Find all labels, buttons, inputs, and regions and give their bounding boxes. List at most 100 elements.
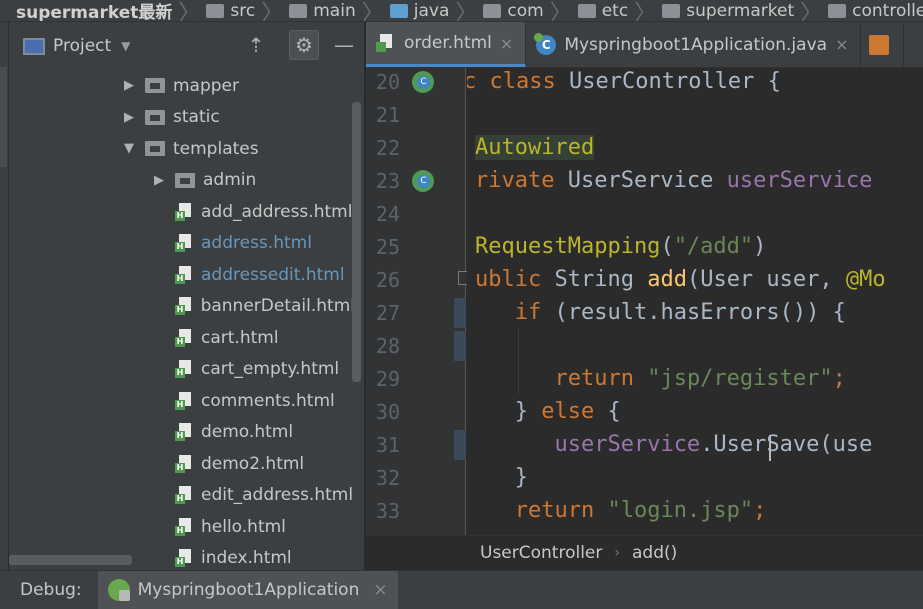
breadcrumb-item[interactable]: java [389,0,449,21]
tree-item[interactable]: Haddressedit.html [9,259,355,291]
folder-icon [145,78,165,94]
line-number: 28 [375,334,400,358]
debug-session-tab[interactable]: Myspringboot1Application × [97,570,398,609]
tree-item[interactable]: Haddress.html [9,228,355,260]
tree-item[interactable]: HbannerDetail.html [9,291,355,323]
package-icon [577,3,596,18]
code-token: add [647,267,687,292]
code-token: ) [753,234,767,259]
line-number: 31 [375,433,400,457]
tree-item[interactable]: Hcomments.html [9,385,355,417]
breadcrumb-item[interactable]: etc [577,0,628,21]
tree-item-label: static [173,107,220,128]
code-line: c class UserController { [467,68,781,98]
breadcrumb-item[interactable]: supermarket最新 [0,0,172,21]
tree-item[interactable]: Hhello.html [9,511,355,543]
tree-item[interactable]: Hcart.html [9,322,355,354]
chevron-right-icon: 〉 [261,0,284,22]
code-editor[interactable]: c class UserController {Autowired rivate … [467,68,923,535]
html-file-icon: H [175,548,193,568]
vertical-scrollbar[interactable] [352,102,361,382]
tree-item-label: address.html [201,233,312,254]
collapsed-arrow-icon[interactable]: ▶ [117,78,141,93]
code-line: return "login.jsp"; [475,494,767,527]
left-tool-window-strip [0,22,9,570]
code-token: "jsp/register" [647,366,833,391]
tab-label: order.html [404,33,492,53]
chevron-right-icon: › [614,545,620,561]
code-token: userService [554,432,701,457]
tab-order-html[interactable]: order.html × [366,22,527,67]
line-number: 21 [375,103,400,127]
chevron-down-icon[interactable]: ▼ [121,39,130,53]
collapse-all-icon[interactable]: ⇡ [241,30,271,60]
close-icon[interactable]: × [500,34,513,53]
folder-icon [289,3,308,18]
html-file-icon: H [175,359,193,379]
code-token: return [514,498,608,523]
tree-item[interactable]: Hedit_address.html [9,480,355,512]
code-token: String [554,267,648,292]
code-line: return "jsp/register"; [475,362,845,395]
project-tree: ▶ mapper ▶ static ▼ templates ▶ admin Hadd_addre… [9,70,355,570]
code-token: UserService [567,168,727,193]
tree-item[interactable]: ▼ templates [9,133,355,165]
code-line: userService.UserSave(use [475,428,872,461]
close-icon[interactable]: × [373,580,387,600]
project-title[interactable]: Project [53,36,111,56]
debug-label: Debug: [20,580,82,600]
code-line: rivate UserService userService [475,164,872,197]
folder-icon [145,141,165,157]
crumb-class[interactable]: UserController [480,543,602,563]
breadcrumb-item[interactable]: supermarket [662,0,795,21]
folder-icon [175,172,195,188]
gear-icon[interactable]: ⚙ [289,30,319,60]
hide-panel-icon[interactable]: — [329,30,359,60]
breadcrumb-item[interactable]: controller [828,0,923,21]
structure-tool-tab[interactable] [0,67,7,167]
navigation-breadcrumb: supermarket最新〉 src 〉 main 〉 java 〉 com 〉 etc 〉 supe… [0,0,923,22]
breadcrumb-item[interactable]: main [289,0,356,21]
breadcrumb-label: supermarket [686,0,795,21]
line-number: 32 [375,466,400,490]
chevron-right-icon: 〉 [455,0,478,22]
collapsed-arrow-icon[interactable]: ▶ [117,110,141,125]
chevron-right-icon: 〉 [800,0,823,22]
tree-item[interactable]: ▶ static [9,102,355,134]
line-number: 29 [375,367,400,391]
breadcrumb-item[interactable]: com [483,0,544,21]
tree-item-label: templates [173,138,259,159]
tab-myspringboot1application-java[interactable]: C Myspringboot1Application.java × [526,22,862,67]
close-icon[interactable]: × [835,35,848,54]
code-token: class [489,69,569,94]
breadcrumb-item[interactable]: src [206,0,255,21]
bean-class-icon[interactable]: C [412,71,434,93]
tree-item-label: edit_address.html [201,485,354,506]
line-number: 20 [375,70,400,94]
crumb-method[interactable]: add() [632,543,677,563]
editor-gutter: 20 21 22 23 24 25 26 27 28 29 30 31 32 33 C C [366,68,481,535]
horizontal-scrollbar[interactable] [9,555,132,565]
code-token: rivate [475,168,568,193]
tree-item[interactable]: ▶ admin [9,165,355,197]
code-token: ublic [475,267,555,292]
tree-item[interactable]: Hdemo.html [9,417,355,449]
tree-item[interactable]: Hdemo2.html [9,448,355,480]
editor-breadcrumb: UserController › add() [366,535,923,570]
expanded-arrow-icon[interactable]: ▼ [117,141,141,156]
collapsed-arrow-icon[interactable]: ▶ [147,173,171,188]
tree-item[interactable]: Hadd_address.html [9,196,355,228]
autowired-bean-icon[interactable]: C [412,170,434,192]
tree-item[interactable]: ▶ mapper [9,70,355,102]
html-file-icon [376,33,394,53]
package-icon [483,3,502,18]
code-token: } [475,399,542,424]
code-token: userService [726,168,873,193]
tab-overflow[interactable] [861,22,905,67]
line-number: 24 [375,202,400,226]
tree-item[interactable]: Hcart_empty.html [9,354,355,386]
tree-item-label: bannerDetail.html [200,296,355,317]
